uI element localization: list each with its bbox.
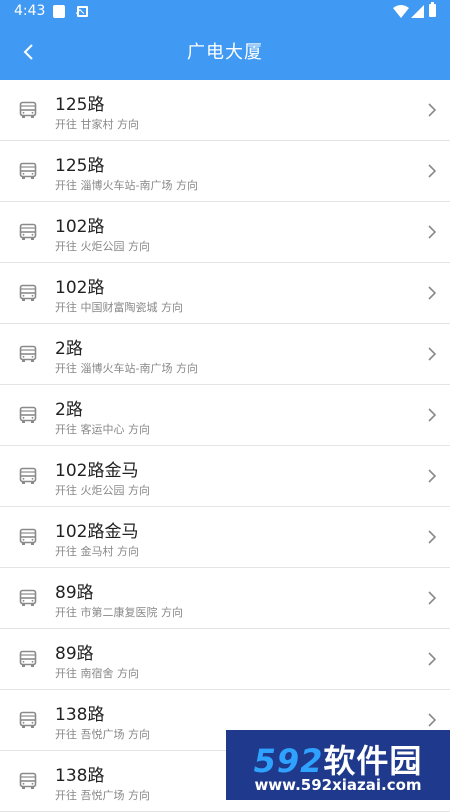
route-list-item[interactable]: 89路开往 南宿舍 方向 [0,629,450,690]
route-list-item[interactable]: 102路金马开往 金马村 方向 [0,507,450,568]
route-direction: 开往 金马村 方向 [55,545,139,558]
chevron-right-icon [428,286,437,300]
route-name: 102路 [55,217,105,237]
route-name: 2路 [55,339,83,359]
route-list: 125路 开往 甘家村 方向 125路 开往 淄博火车站-南广场 方向 102路 开往 火… [0,80,450,812]
route-name: 89路 [55,644,94,664]
route-list-item[interactable]: 125路开往 甘家村 方向 [0,80,450,141]
watermark-logo: 592软件园 www.592xiazai.com [226,730,450,800]
chevron-right-icon [428,530,437,544]
notification-icon [53,5,65,18]
status-time: 4:43 [14,3,46,19]
route-name: 125路 [55,95,105,115]
status-bar: 4:43 [0,0,450,24]
route-direction: 开往 南宿舍 方向 [55,667,139,680]
bus-icon [19,650,37,667]
page-title: 广电大厦 [187,42,263,63]
title-bar: 广电大厦 [0,24,450,80]
chevron-right-icon [428,225,437,239]
route-direction: 开往 火炬公园 方向 [55,240,150,253]
route-direction: 开往 淄博火车站-南广场 方向 [55,362,198,375]
route-direction: 开往 客运中心 方向 [55,423,150,436]
bus-icon [19,406,37,423]
chevron-right-icon [428,713,437,727]
chevron-right-icon [428,408,437,422]
route-direction: 开往 市第二康复医院 方向 [55,606,183,619]
bus-icon [19,589,37,606]
bus-icon [19,101,37,118]
wifi-icon [393,5,409,18]
route-direction: 开往 甘家村 方向 [55,118,139,131]
chevron-right-icon [428,347,437,361]
route-direction: 开往 淄博火车站-南广场 方向 [55,179,198,192]
route-list-item[interactable]: 125路开往 淄博火车站-南广场 方向 [0,141,450,202]
route-list-item[interactable]: 89路开往 市第二康复医院 方向 [0,568,450,629]
route-direction: 开往 中国财富陶瓷城 方向 [55,301,183,314]
chevron-right-icon [428,591,437,605]
bus-icon [19,162,37,179]
bus-icon [19,528,37,545]
bus-icon [19,284,37,301]
route-list-item[interactable]: 2路开往 客运中心 方向 [0,385,450,446]
watermark-url: www.592xiazai.com [254,776,422,794]
route-direction: 开往 火炬公园 方向 [55,484,150,497]
route-name: 102路金马 [55,522,139,542]
route-list-item[interactable]: 102路开往 火炬公园 方向 [0,202,450,263]
bus-icon [19,711,37,728]
route-direction: 开往 吾悦广场 方向 [55,728,150,741]
bus-icon [19,772,37,789]
bus-icon [19,223,37,240]
route-name: 102路金马 [55,461,139,481]
chevron-right-icon [428,164,437,178]
chevron-right-icon [428,103,437,117]
route-name: 138路 [55,705,105,725]
route-list-item[interactable]: 102路金马开往 火炬公园 方向 [0,446,450,507]
download-notification-icon [77,6,88,17]
route-list-item[interactable]: 102路开往 中国财富陶瓷城 方向 [0,263,450,324]
bus-icon [19,345,37,362]
route-name: 125路 [55,156,105,176]
route-name: 2路 [55,400,83,420]
signal-icon [411,5,424,18]
bus-icon [19,467,37,484]
route-direction: 开往 吾悦广场 方向 [55,789,150,802]
chevron-right-icon [428,652,437,666]
chevron-right-icon [428,469,437,483]
route-name: 102路 [55,278,105,298]
battery-icon [429,2,436,17]
route-name: 138路 [55,766,105,786]
route-name: 89路 [55,583,94,603]
route-list-item[interactable]: 2路开往 淄博火车站-南广场 方向 [0,324,450,385]
